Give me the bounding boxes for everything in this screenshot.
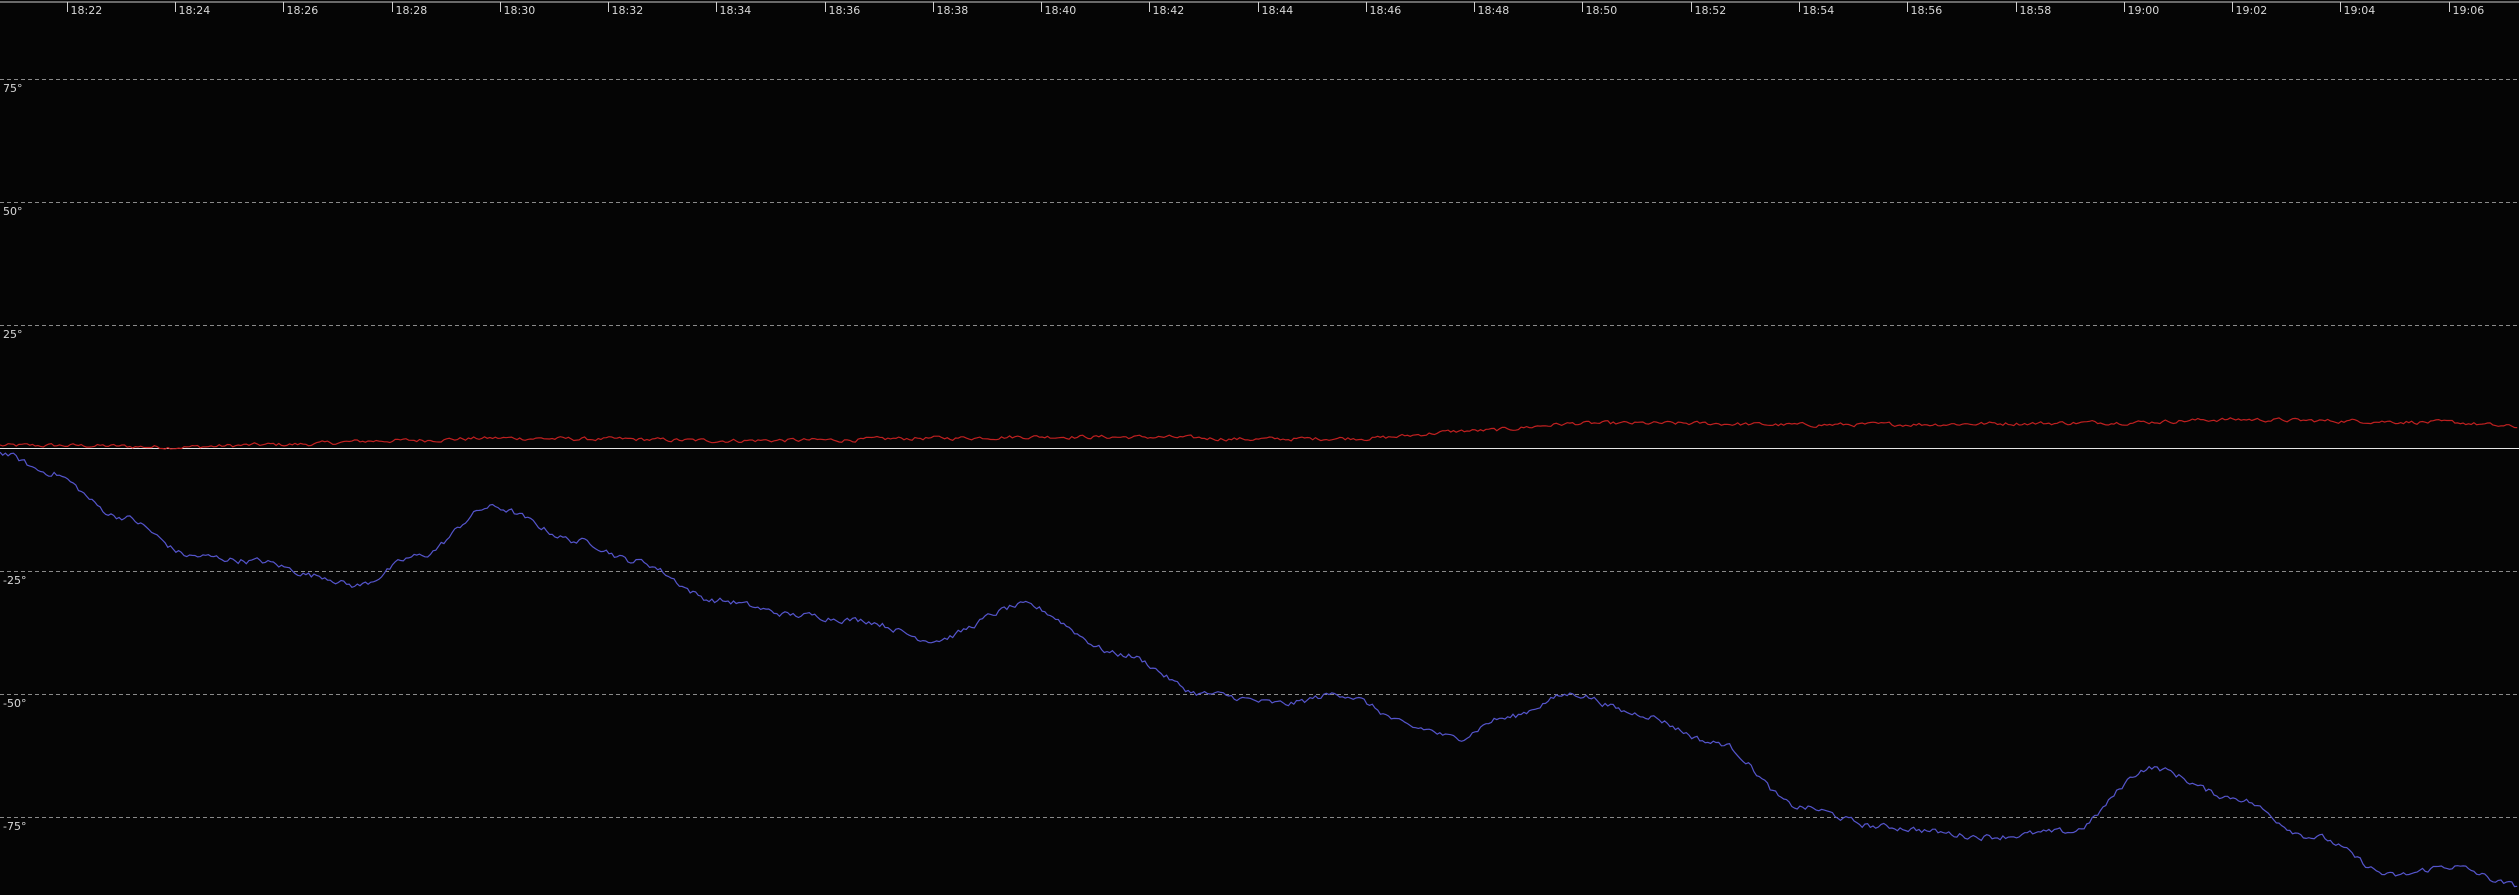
x-tick-label: 18:34 (720, 4, 752, 17)
x-tick-label: 19:00 (2128, 4, 2160, 17)
y-tick-label: 25° (3, 328, 23, 341)
x-tick-label: 18:40 (1045, 4, 1077, 17)
y-tick-label: -25° (3, 574, 26, 587)
x-tick-label: 18:46 (1370, 4, 1402, 17)
plot-background (0, 0, 2519, 895)
x-tick-label: 19:06 (2453, 4, 2485, 17)
x-tick-label: 18:56 (1911, 4, 1943, 17)
y-tick-label: 75° (3, 82, 23, 95)
y-tick-label: -50° (3, 697, 26, 710)
x-tick-label: 19:04 (2344, 4, 2376, 17)
x-tick-label: 18:22 (71, 4, 103, 17)
chart-container: 18:22 18:24 18:26 18:28 18:30 18:32 18:34 18:36… (0, 0, 2519, 895)
x-tick-label: 18:26 (287, 4, 319, 17)
line-chart: 18:22 18:24 18:26 18:28 18:30 18:32 18:34 18:36… (0, 0, 2519, 895)
x-tick-label: 19:02 (2236, 4, 2268, 17)
x-tick-label: 18:36 (829, 4, 861, 17)
x-tick-label: 18:38 (937, 4, 969, 17)
x-tick-label: 18:28 (396, 4, 428, 17)
x-tick-label: 18:50 (1586, 4, 1618, 17)
x-tick-label: 18:32 (612, 4, 644, 17)
x-tick-label: 18:52 (1695, 4, 1727, 17)
x-tick-label: 18:48 (1478, 4, 1510, 17)
x-tick-label: 18:54 (1803, 4, 1835, 17)
x-tick-label: 18:58 (2020, 4, 2052, 17)
x-tick-label: 18:42 (1153, 4, 1185, 17)
y-tick-label: 50° (3, 205, 23, 218)
x-tick-label: 18:30 (504, 4, 536, 17)
x-tick-label: 18:44 (1262, 4, 1294, 17)
x-tick-label: 18:24 (179, 4, 211, 17)
y-tick-label: -75° (3, 820, 26, 833)
